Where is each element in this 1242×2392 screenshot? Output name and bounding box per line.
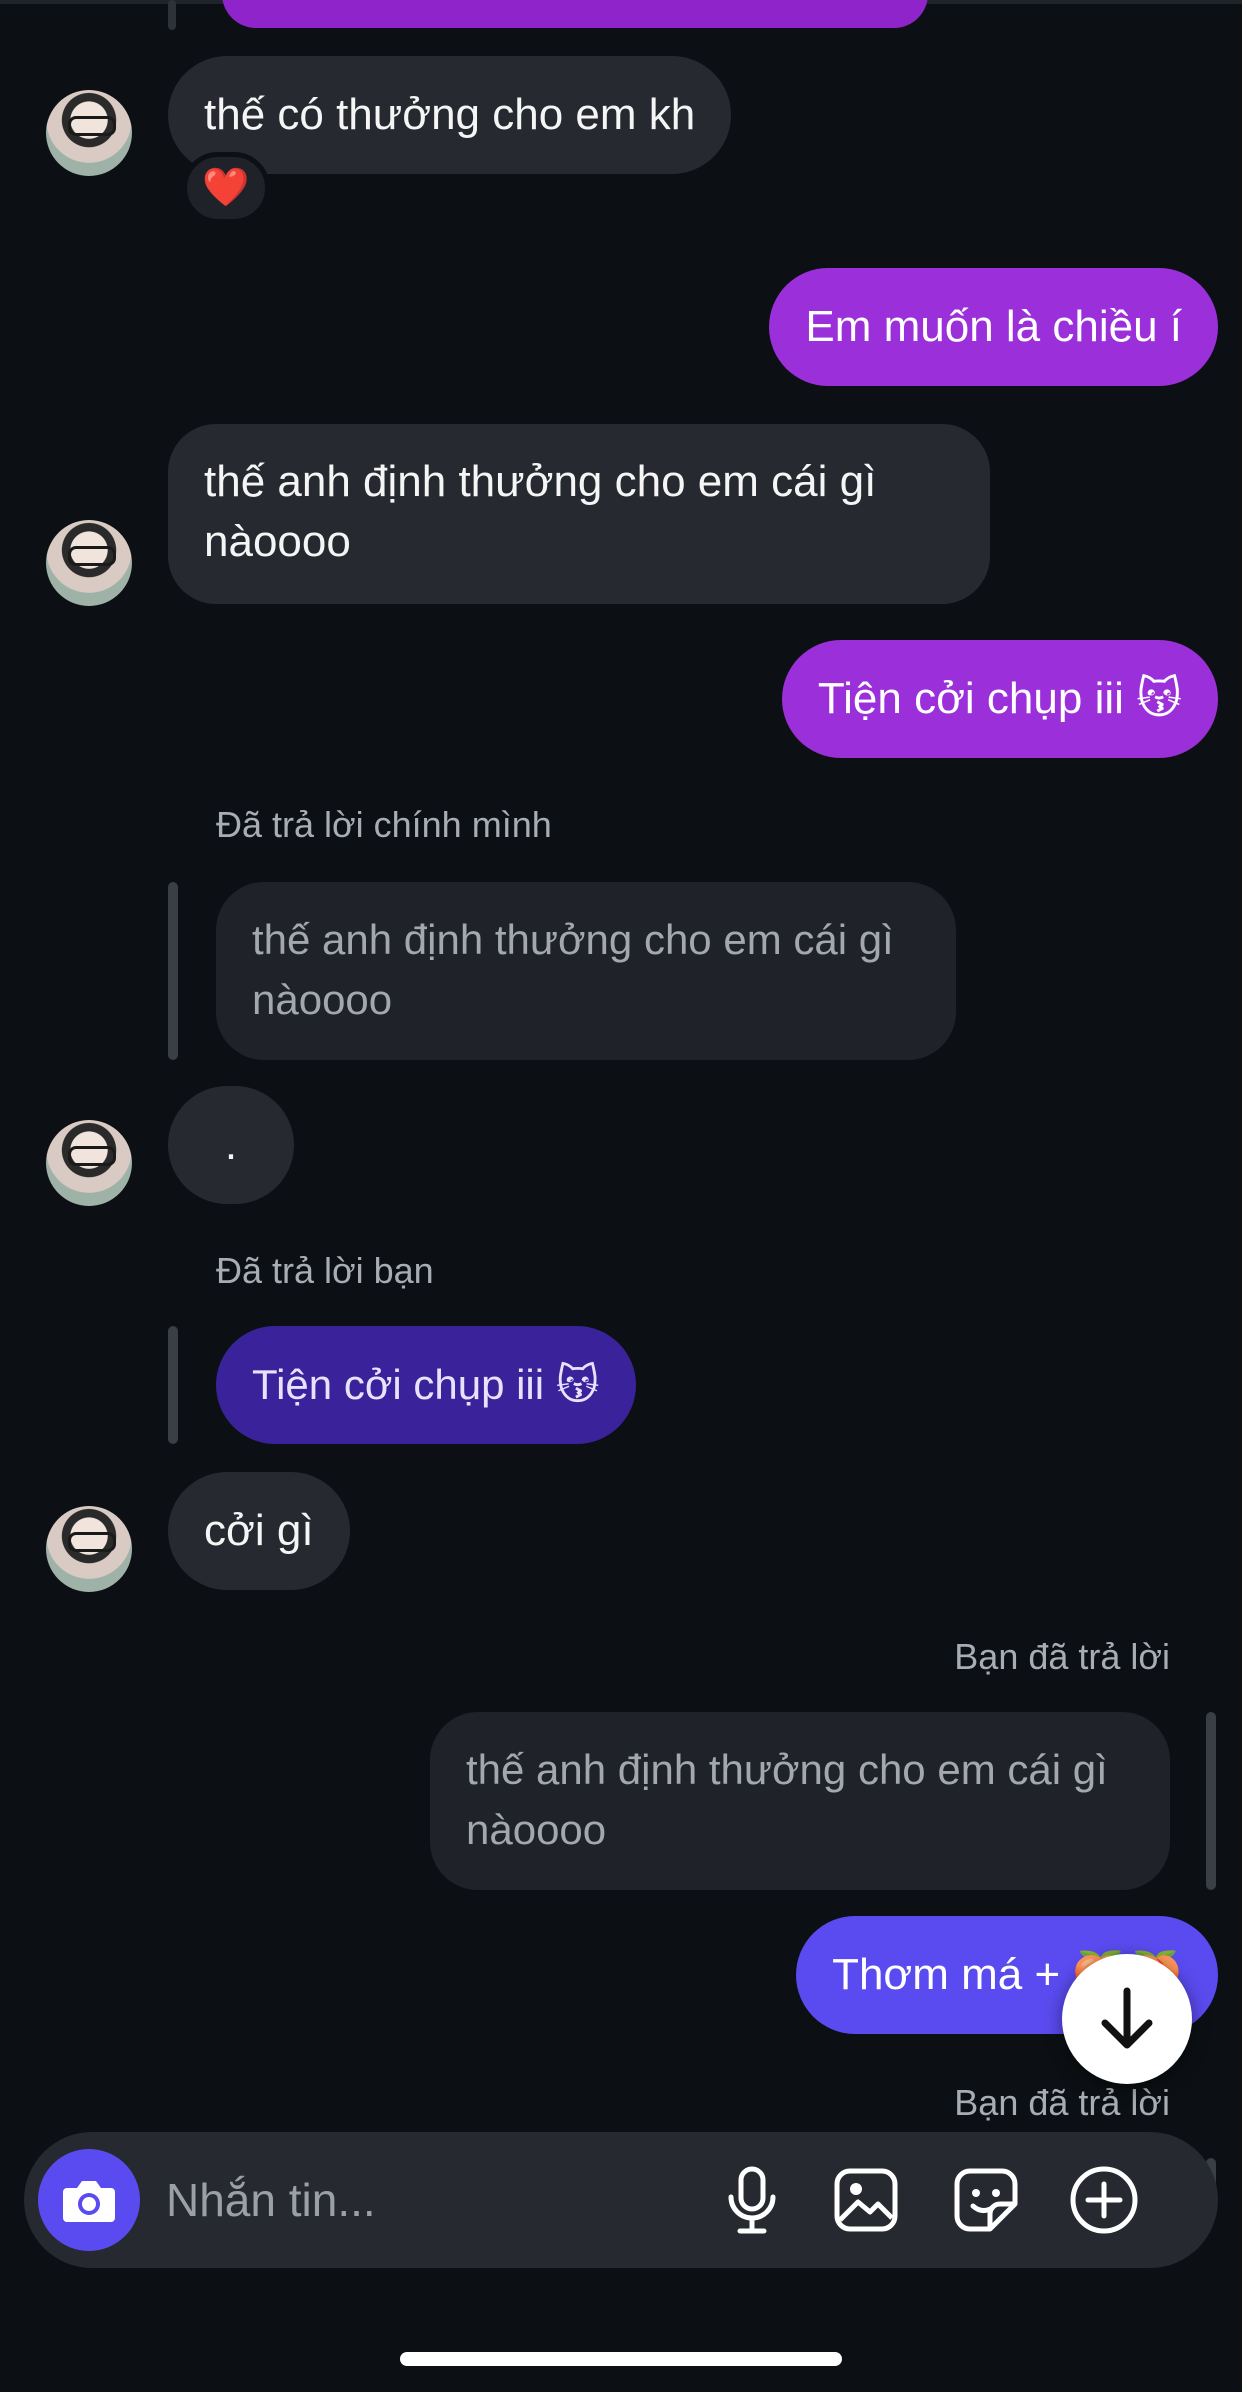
contact-avatar[interactable] [46, 90, 132, 176]
reply-caption: Bạn đã trả lời [954, 2082, 1170, 2123]
sticker-button[interactable] [946, 2160, 1026, 2240]
reply-thread-bar [168, 0, 176, 30]
gallery-icon [834, 2168, 898, 2232]
sticker-icon [954, 2168, 1018, 2232]
home-indicator[interactable] [400, 2352, 842, 2366]
quoted-message[interactable]: thế anh định thưởng cho em cái gì nàoooo [430, 1712, 1170, 1890]
message-input[interactable] [166, 2166, 686, 2234]
contact-avatar[interactable] [46, 1506, 132, 1592]
add-button[interactable] [1064, 2160, 1144, 2240]
outgoing-message[interactable]: Tiện cởi chụp iii 😽 [781, 640, 1218, 758]
reply-bar [1206, 1712, 1216, 1890]
camera-icon [63, 2181, 115, 2222]
incoming-message[interactable]: thế anh định thưởng cho em cái gì nàoooo [168, 424, 990, 604]
reply-bar [168, 1326, 178, 1444]
quoted-message[interactable]: thế anh định thưởng cho em cái gì nàoooo [216, 882, 956, 1060]
camera-button[interactable] [38, 2149, 140, 2251]
incoming-message[interactable]: . [168, 1086, 294, 1204]
microphone-icon [728, 2166, 776, 2234]
heart-reaction[interactable]: ❤️ [182, 152, 270, 224]
gallery-button[interactable] [826, 2160, 906, 2240]
plus-icon [1070, 2166, 1138, 2234]
scroll-to-bottom-button[interactable] [1062, 1954, 1192, 2084]
contact-avatar[interactable] [46, 520, 132, 606]
reply-caption: Đã trả lời chính mình [216, 804, 552, 845]
previous-message-bubble[interactable] [222, 0, 928, 28]
arrow-down-icon [1101, 1987, 1153, 2049]
quoted-message[interactable]: Tiện cởi chụp iii 😽 [216, 1326, 636, 1444]
reply-caption: Bạn đã trả lời [954, 1636, 1170, 1677]
contact-avatar[interactable] [46, 1120, 132, 1206]
incoming-message[interactable]: cởi gì [168, 1472, 350, 1590]
message-composer [24, 2132, 1218, 2268]
outgoing-message[interactable]: Em muốn là chiều í [769, 268, 1218, 386]
reply-caption: Đã trả lời bạn [216, 1250, 434, 1291]
reply-bar [168, 882, 178, 1060]
microphone-button[interactable] [712, 2160, 792, 2240]
